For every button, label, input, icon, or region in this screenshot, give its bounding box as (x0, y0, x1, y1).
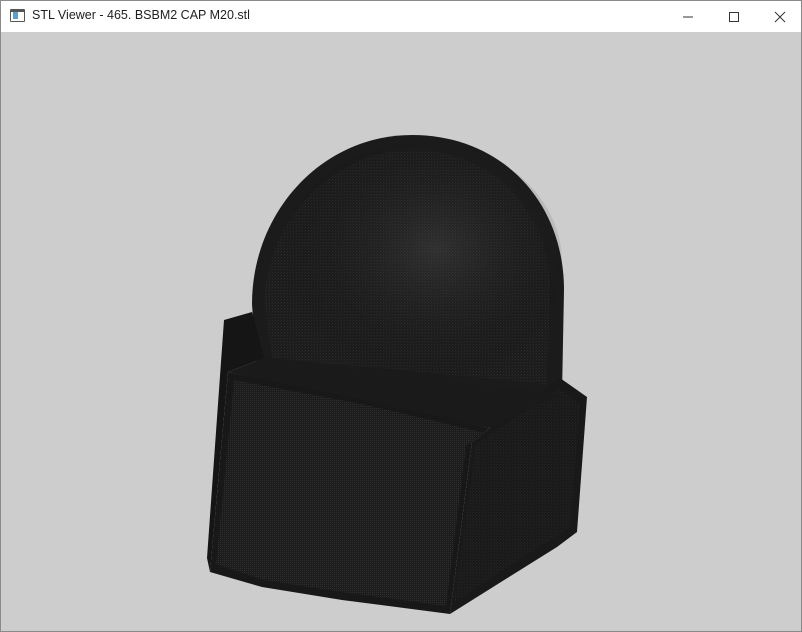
app-icon (10, 9, 25, 22)
close-icon (774, 11, 786, 22)
minimize-button[interactable] (665, 1, 711, 32)
maximize-icon (729, 11, 739, 22)
cap-nut-model[interactable] (2, 32, 801, 631)
title-bar[interactable]: STL Viewer - 465. BSBM2 CAP M20.stl (1, 1, 801, 32)
dome-part (252, 135, 564, 394)
close-button[interactable] (757, 1, 802, 32)
maximize-button[interactable] (711, 1, 757, 32)
stl-viewer-window: STL Viewer - 465. BSBM2 CAP M20.stl (0, 0, 802, 632)
window-title: STL Viewer - 465. BSBM2 CAP M20.stl (32, 8, 250, 22)
minimize-icon (683, 16, 693, 17)
render-viewport[interactable] (2, 32, 801, 631)
